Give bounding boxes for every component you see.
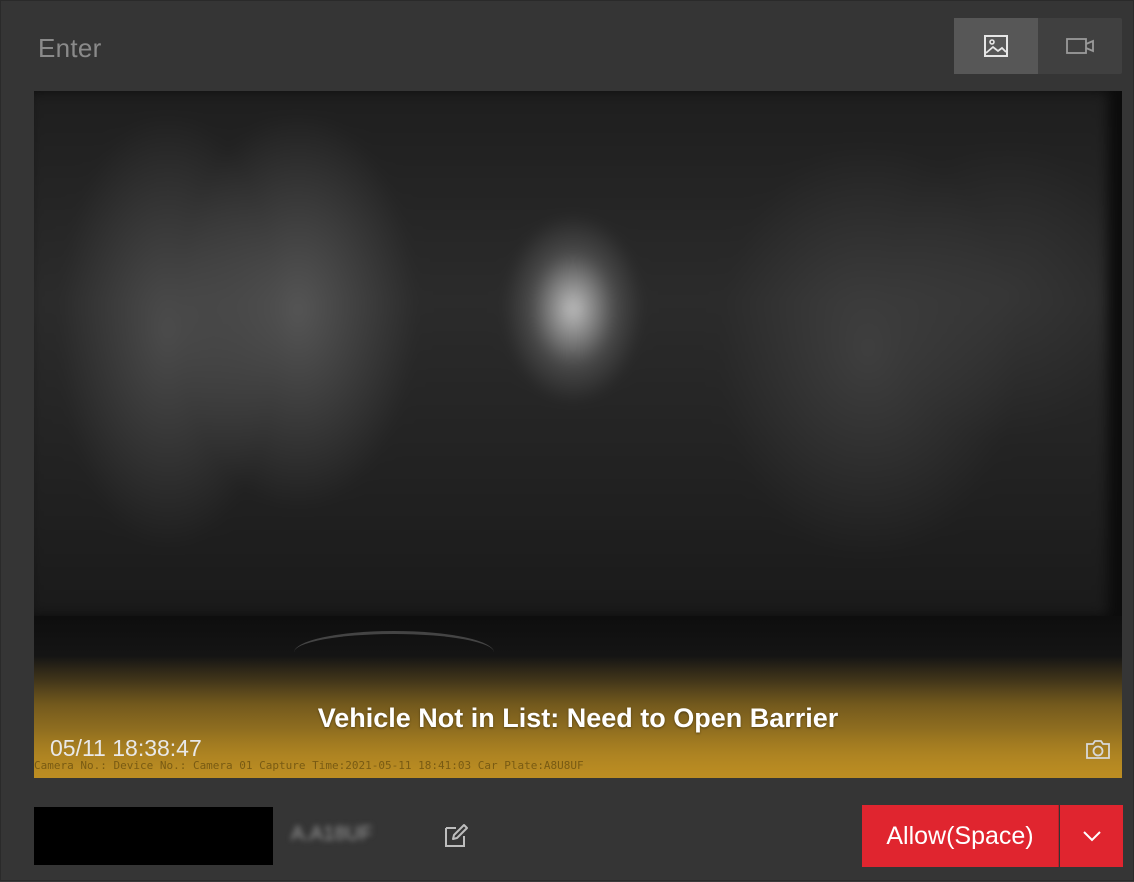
picture-mode-button[interactable] — [954, 18, 1038, 74]
panel-title: Enter — [38, 33, 102, 63]
snapshot-button[interactable] — [1083, 736, 1113, 762]
image-icon — [984, 35, 1008, 57]
entrance-panel: Enter Camera No.: Device No.: Camera 01 … — [0, 0, 1134, 881]
panel-header: Enter — [1, 1, 1134, 89]
plate-number: A.A18UF — [291, 823, 373, 845]
chevron-down-icon — [1082, 831, 1101, 842]
video-camera-icon — [1066, 38, 1094, 54]
view-mode-toggle — [954, 18, 1122, 74]
capture-timestamp: 05/11 18:38:47 — [50, 735, 202, 761]
capture-viewer[interactable]: Camera No.: Device No.: Camera 01 Captur… — [34, 91, 1122, 778]
allow-dropdown-button[interactable] — [1060, 805, 1123, 867]
capture-image — [34, 91, 1108, 616]
edit-icon — [445, 824, 468, 847]
panel-footer: A.A18UF Allow(Space) — [1, 791, 1134, 882]
camera-icon — [1086, 740, 1110, 759]
plate-image — [34, 807, 273, 865]
video-mode-button[interactable] — [1038, 18, 1122, 74]
status-message: Vehicle Not in List: Need to Open Barrie… — [317, 703, 839, 733]
edit-plate-button[interactable] — [439, 819, 473, 853]
allow-button[interactable]: Allow(Space) — [862, 805, 1059, 867]
